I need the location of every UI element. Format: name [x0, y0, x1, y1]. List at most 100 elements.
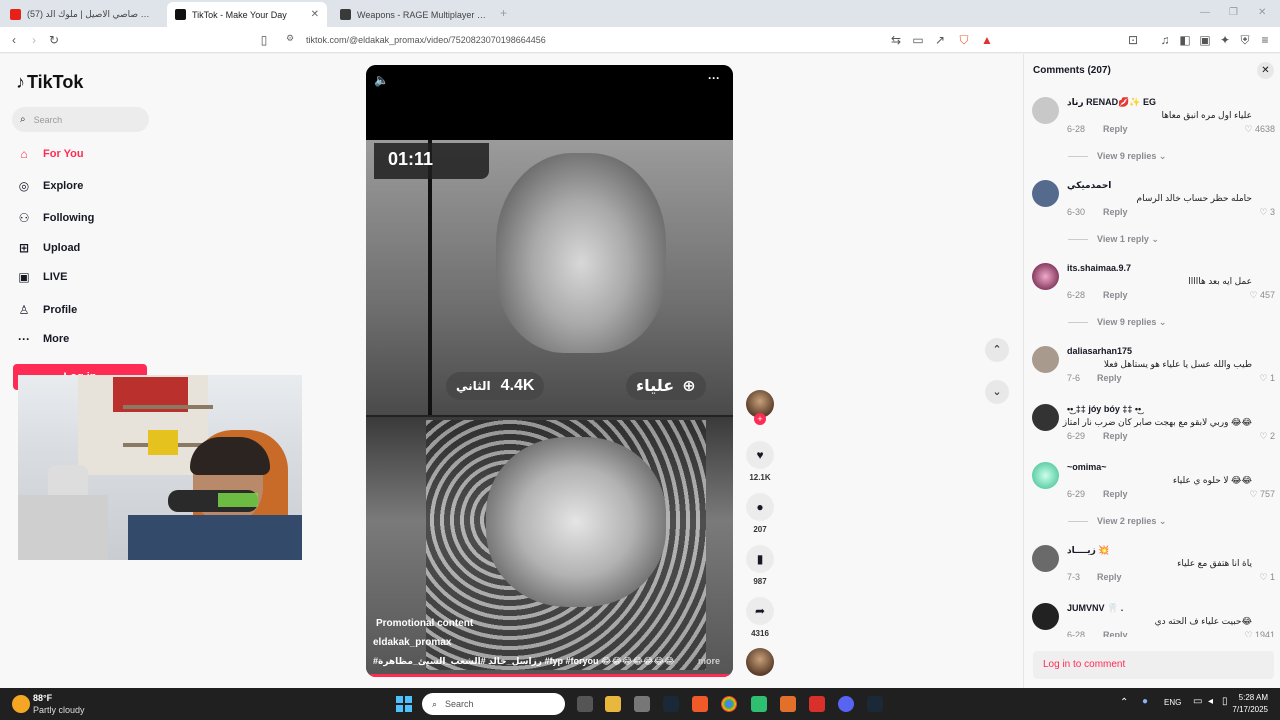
- windows-start-icon[interactable]: [396, 696, 412, 712]
- app-icon-red[interactable]: [809, 696, 825, 712]
- weather-icon[interactable]: [12, 695, 30, 713]
- avatar[interactable]: [1032, 97, 1059, 124]
- nav-profile[interactable]: ♙ Profile: [16, 303, 78, 317]
- reply-button[interactable]: Reply: [1097, 373, 1122, 383]
- steam-icon[interactable]: [663, 696, 679, 712]
- author-avatar-button[interactable]: +: [746, 390, 774, 425]
- back-icon[interactable]: ‹: [6, 32, 22, 48]
- wallet-icon[interactable]: ▣: [1197, 32, 1213, 48]
- next-video-button[interactable]: ⌄: [985, 380, 1009, 404]
- forward-icon[interactable]: ›: [26, 32, 42, 48]
- video-player[interactable]: 🔈 ··· 01:11 الثاني 4.4K علياء ⊕ Promotio…: [366, 65, 733, 677]
- nav-following[interactable]: ⚇ Following: [16, 211, 95, 225]
- comment-likes[interactable]: ♡ 1941: [1244, 630, 1275, 637]
- reply-button[interactable]: Reply: [1103, 124, 1128, 134]
- avatar[interactable]: [1032, 603, 1059, 630]
- reply-button[interactable]: Reply: [1097, 572, 1122, 582]
- more-link[interactable]: more: [698, 656, 720, 666]
- save-button[interactable]: ▮ 987: [746, 545, 774, 586]
- nav-explore[interactable]: ◎ Explore: [16, 179, 84, 193]
- share-button[interactable]: ➦ 4316: [746, 597, 774, 638]
- comment-likes[interactable]: ♡ 1: [1259, 572, 1275, 583]
- more-options-icon[interactable]: ···: [708, 71, 720, 85]
- comment-author[interactable]: •͜• ‡‡ jóy bóy ‡‡ •͜•: [1067, 404, 1141, 414]
- tab-rage-wiki[interactable]: Weapons - RAGE Multiplayer Wiki: [332, 2, 494, 27]
- follow-plus-icon[interactable]: +: [754, 413, 766, 425]
- task-view-icon[interactable]: [577, 696, 593, 712]
- clock-date[interactable]: 7/17/2025: [1222, 705, 1268, 714]
- minimize-icon[interactable]: —: [1200, 7, 1210, 18]
- comment-button[interactable]: ● 207: [746, 493, 774, 534]
- site-info-icon[interactable]: ⚙: [286, 33, 294, 44]
- comment-likes[interactable]: ♡ 4638: [1244, 124, 1275, 135]
- nav-more[interactable]: ··· More: [16, 332, 69, 346]
- steam-icon-2[interactable]: [867, 696, 883, 712]
- network-icon[interactable]: ▭: [1193, 696, 1202, 707]
- file-explorer-icon[interactable]: [605, 696, 621, 712]
- reply-button[interactable]: Reply: [1103, 290, 1128, 300]
- comment-author[interactable]: احمدميكي: [1067, 180, 1111, 191]
- view-replies[interactable]: View 9 replies ⌄: [1068, 151, 1166, 162]
- brave-browser-icon[interactable]: [692, 696, 708, 712]
- cast-icon[interactable]: ▭: [910, 32, 926, 48]
- chrome-icon[interactable]: [721, 696, 737, 712]
- nav-live[interactable]: ▣ LIVE: [16, 270, 67, 284]
- reply-button[interactable]: Reply: [1103, 431, 1128, 441]
- view-replies[interactable]: View 9 replies ⌄: [1068, 317, 1166, 328]
- avatar[interactable]: [1032, 346, 1059, 373]
- comment-author[interactable]: ~omima~: [1067, 462, 1107, 472]
- sidebar-icon[interactable]: ◧: [1177, 32, 1193, 48]
- view-replies[interactable]: View 2 replies ⌄: [1068, 516, 1166, 527]
- comment-author[interactable]: زيــــاد 💥: [1067, 545, 1110, 556]
- avatar[interactable]: [1032, 545, 1059, 572]
- clock-time[interactable]: 5:28 AM: [1230, 693, 1268, 702]
- reply-button[interactable]: Reply: [1103, 489, 1128, 499]
- like-button[interactable]: ♥ 12.1K: [746, 441, 774, 482]
- previous-video-button[interactable]: ⌃: [985, 338, 1009, 362]
- volume-icon[interactable]: ◂: [1208, 696, 1213, 707]
- author-handle[interactable]: eldakak_promax: [373, 637, 451, 648]
- avatar[interactable]: [1032, 263, 1059, 290]
- comment-likes[interactable]: ♡ 2: [1259, 431, 1275, 442]
- nav-for-you[interactable]: ⌂ For You: [16, 147, 83, 161]
- tab-tiktok[interactable]: TikTok - Make Your Day ✕: [167, 2, 327, 27]
- tab-youtube[interactable]: (57) مهرجان صاصي الاصيل | ملوك الد: [2, 2, 164, 27]
- discord-icon[interactable]: [838, 696, 854, 712]
- reload-icon[interactable]: ↻: [46, 32, 62, 48]
- nav-upload[interactable]: ⊞ Upload: [16, 241, 80, 255]
- bookmark-icon[interactable]: ▯: [256, 32, 272, 48]
- comment-likes[interactable]: ♡ 3: [1259, 207, 1275, 218]
- leo-ai-icon[interactable]: ✦: [1217, 32, 1233, 48]
- translate-icon[interactable]: ⇆: [888, 32, 904, 48]
- menu-icon[interactable]: ≡: [1257, 32, 1273, 48]
- comment-likes[interactable]: ♡ 757: [1249, 489, 1275, 500]
- restore-icon[interactable]: ❐: [1229, 7, 1238, 18]
- comment-author[interactable]: daliasarhan175: [1067, 346, 1132, 356]
- comment-likes[interactable]: ♡ 1: [1259, 373, 1275, 384]
- app-icon-orange[interactable]: [780, 696, 796, 712]
- window-close-icon[interactable]: ✕: [1258, 7, 1266, 18]
- close-tab-icon[interactable]: ✕: [311, 9, 319, 20]
- volume-icon[interactable]: 🔈: [374, 73, 389, 87]
- new-tab-button[interactable]: +: [500, 6, 507, 20]
- media-icon[interactable]: ♫: [1157, 32, 1173, 48]
- comment-likes[interactable]: ♡ 457: [1249, 290, 1275, 301]
- brave-shield-icon[interactable]: ⛉: [956, 32, 972, 48]
- comment-author[interactable]: رناد RENAD💋✨ EG: [1067, 97, 1156, 108]
- screenshot-icon[interactable]: ⊡: [1125, 32, 1141, 48]
- reply-button[interactable]: Reply: [1103, 207, 1128, 217]
- close-icon[interactable]: ✕: [1257, 62, 1274, 79]
- avatar[interactable]: [1032, 462, 1059, 489]
- microphone-icon[interactable]: ●: [1142, 696, 1148, 707]
- vpn-icon[interactable]: ⛨: [1237, 32, 1253, 48]
- taskbar-search-input[interactable]: ⌕ Search: [422, 693, 565, 715]
- video-progress-bar[interactable]: [366, 674, 733, 677]
- language-indicator[interactable]: ENG: [1164, 698, 1181, 707]
- tiktok-logo[interactable]: ♪ TikTok: [16, 72, 83, 93]
- reply-button[interactable]: Reply: [1103, 630, 1128, 637]
- app-icon-green[interactable]: [751, 696, 767, 712]
- app-icon[interactable]: [634, 696, 650, 712]
- avatar[interactable]: [1032, 404, 1059, 431]
- view-replies[interactable]: View 1 reply ⌄: [1068, 234, 1159, 245]
- share-icon[interactable]: ↗: [932, 32, 948, 48]
